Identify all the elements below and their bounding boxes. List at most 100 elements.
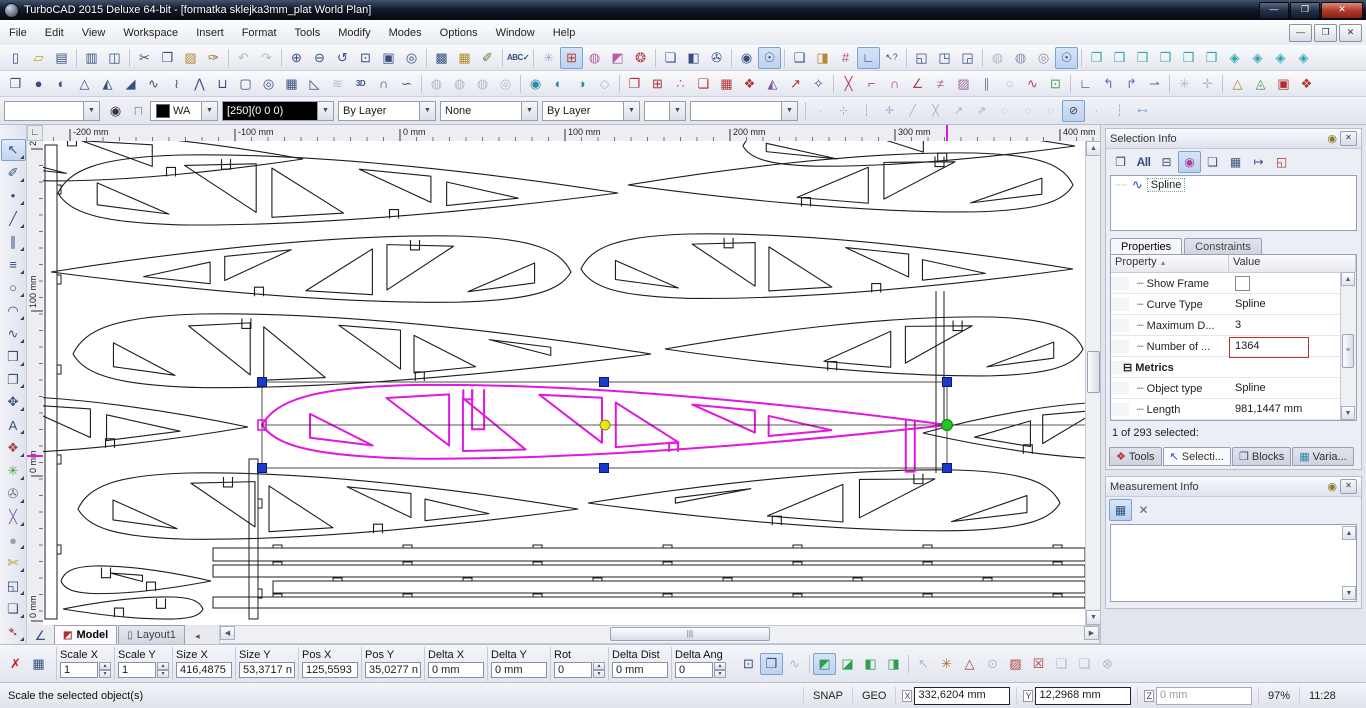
snap-divide-button[interactable]: ┆ [855,100,878,122]
warn-selection-button[interactable]: △ [958,653,981,675]
snap-intersection-button[interactable]: ╳ [924,100,947,122]
wedge-3d-button[interactable]: ◢ [119,73,142,95]
tree-item-spline[interactable]: Spline [1147,178,1186,192]
hemisphere-3d-button[interactable]: ◐ [50,73,73,95]
zoom-window-button[interactable]: ⊡ [354,47,377,69]
menu-edit[interactable]: Edit [36,23,73,43]
snap-arc-button[interactable]: ↗ [947,100,970,122]
snap-circle-2-button[interactable]: ◌ [1016,100,1039,122]
imprint-button[interactable]: ◑ [570,73,593,95]
transform-tool-button[interactable]: ◱ [1,575,26,597]
sketch-tool-button[interactable]: ✐ [1,162,26,184]
coordinate-z[interactable]: Z0 mm [1137,687,1258,705]
dock-tab-blocks[interactable]: ❐Blocks [1232,447,1291,466]
report-table-button[interactable]: ▦ [1224,151,1247,173]
extrude-button[interactable]: △ [1226,73,1249,95]
torus-3d-button[interactable]: ◎ [257,73,280,95]
no-degrade-button[interactable]: ↖ [912,653,935,675]
copy-entities-button[interactable]: ❐ [623,73,646,95]
menu-view[interactable]: View [73,23,115,43]
spell-check-button[interactable]: ABC✓ [506,47,530,69]
snap-midpoint-button[interactable]: ⊹ [832,100,855,122]
boolean-subtract-button[interactable]: ◍ [448,73,471,95]
copy-properties-button[interactable]: ❏ [659,47,682,69]
sphere-3d-button[interactable]: ● [27,73,50,95]
menu-insert[interactable]: Insert [187,23,233,43]
field-input[interactable]: 35,0277 n [365,662,421,678]
measure-selection-button[interactable]: ↦ [1247,151,1270,173]
coordinate-value[interactable]: 332,6204 mm [914,687,1010,705]
copy-button[interactable]: ❐ [156,47,179,69]
menu-workspace[interactable]: Workspace [114,23,187,43]
menu-modify[interactable]: Modify [329,23,379,43]
tab-properties[interactable]: Properties [1110,238,1182,255]
offset-copy-button[interactable]: ✧ [807,73,830,95]
scale-handle[interactable] [258,378,267,387]
fill-tool-button[interactable]: ❖ [1,437,26,459]
layer-visible-icon[interactable]: ◉ [104,100,127,122]
corner-trim-button[interactable]: ∟ [1074,73,1097,95]
measurement-table-button[interactable]: ▦ [1109,499,1132,521]
redline-tool-button[interactable]: ➴ [1,621,26,643]
property-row[interactable]: ⊟ Metrics [1111,357,1341,378]
coordinate-y[interactable]: Y12,2968 mm [1016,687,1137,705]
workplane-by-facet-button[interactable]: ◨ [882,653,905,675]
measurement-clear-button[interactable]: ✕ [1132,499,1155,521]
vase-3d-button[interactable]: ⊔ [211,73,234,95]
close-button[interactable]: ✕ [1321,2,1363,19]
double-line-tool-button[interactable]: ∥ [1,231,26,253]
render-quality-button[interactable]: ☉ [1055,47,1078,69]
field-input[interactable]: 1 [118,662,156,678]
cube-hidden-button[interactable]: ❒ [1108,47,1131,69]
circle-tool-button[interactable]: ○ [1,277,26,299]
select-by-button[interactable]: ◲ [956,47,979,69]
scroll-down-icon[interactable]: ▼ [1342,586,1356,600]
revolve-button[interactable]: ❖ [1295,73,1318,95]
animation-button[interactable]: ✇ [705,47,728,69]
cube-iso-2-button[interactable]: ◈ [1246,47,1269,69]
property-row[interactable]: ┈ Show Frame [1111,273,1341,294]
cube-iso-3-button[interactable]: ◈ [1269,47,1292,69]
pyramid-3d-button[interactable]: ◭ [96,73,119,95]
vertical-ruler[interactable]: 20100 mm0 mm0 mm [27,141,44,625]
property-column-header[interactable]: Property ▲ [1111,255,1229,272]
cube-wireframe-button[interactable]: ❒ [1085,47,1108,69]
horizontal-scrollbar[interactable]: ◀ ||| ▶ [219,625,1100,644]
property-value[interactable]: 3 [1229,319,1341,331]
spinner[interactable]: ▲▼ [714,662,726,678]
pen-color-combo[interactable]: WA▼ [150,101,218,121]
mirror-copy-button[interactable]: ◭ [761,73,784,95]
surface-gray-button[interactable]: ≋ [326,73,349,95]
menu-format[interactable]: Format [233,23,286,43]
minimize-button[interactable]: — [1259,2,1289,19]
materials-button[interactable]: ◩ [606,47,629,69]
degrade-selection-button[interactable]: ✳ [935,653,958,675]
selector-2d-button[interactable]: ❐ [760,653,783,675]
property-row[interactable]: ┈ Length981,1447 mm [1111,399,1341,420]
boolean-union-button[interactable]: ◍ [425,73,448,95]
ruler-corner-axis-icon[interactable]: ∟ [27,125,43,141]
dock-tab-tools[interactable]: ❖Tools [1109,447,1162,466]
snap-grid-button[interactable]: ∙ [1085,100,1108,122]
field-input[interactable]: 0 [675,662,713,678]
blend-edge-button[interactable]: ◇ [593,73,616,95]
menu-modes[interactable]: Modes [380,23,431,43]
dock-tab-selecti[interactable]: ↖Selecti... [1163,447,1231,466]
menu-options[interactable]: Options [431,23,487,43]
join-button[interactable]: ✛ [1196,73,1219,95]
tab-constraints[interactable]: Constraints [1184,238,1262,255]
box-3d-button[interactable]: ❒ [4,73,27,95]
stretch-button[interactable]: ▨ [952,73,975,95]
cone-3d-button[interactable]: △ [73,73,96,95]
scroll-up-icon[interactable]: ▲ [1342,526,1356,540]
dock-tab-varia[interactable]: ▦Varia... [1292,447,1353,466]
fence-mode-button[interactable]: ▨ [1004,653,1027,675]
new-button[interactable]: ▯ [4,47,27,69]
rectangular-array-button[interactable]: ⊞ [646,73,669,95]
surface-tool-button[interactable]: ❐ [1,369,26,391]
coordinate-x[interactable]: X332,6204 mm [895,687,1016,705]
measurement-list[interactable]: ▲ ▼ [1110,524,1357,602]
fillet-button[interactable]: ∩ [883,73,906,95]
node-edit-button[interactable]: ∴ [669,73,692,95]
menu-window[interactable]: Window [487,23,544,43]
